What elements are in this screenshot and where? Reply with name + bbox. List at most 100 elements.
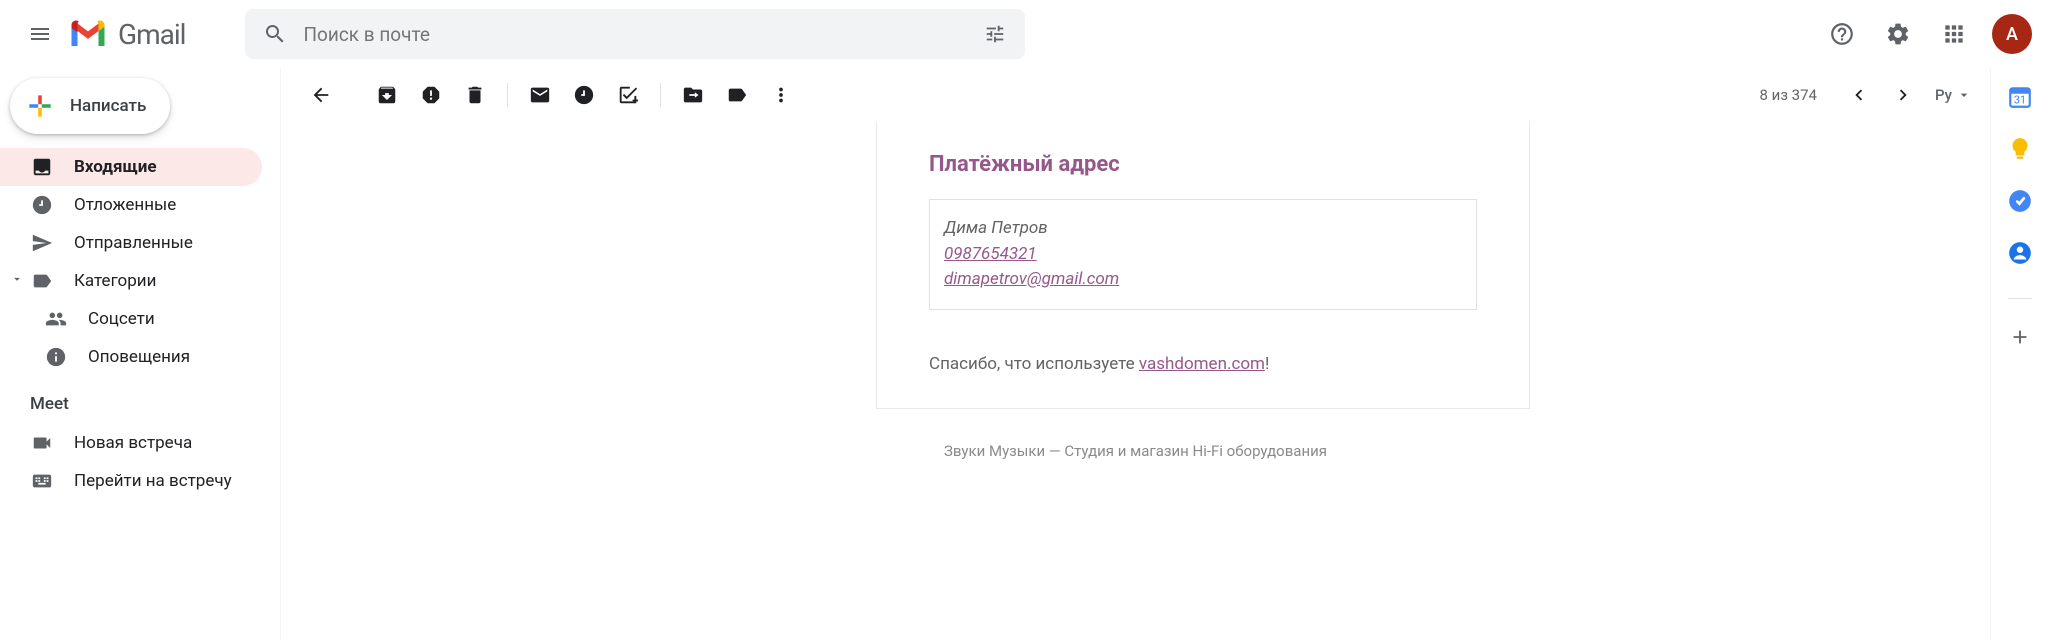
sidebar-item-social[interactable]: Соцсети <box>0 300 262 338</box>
contacts-icon <box>2007 240 2033 266</box>
move-to-button[interactable] <box>671 73 715 117</box>
sidebar-item-label: Оповещения <box>88 347 190 367</box>
gear-icon <box>1885 21 1911 47</box>
apps-button[interactable] <box>1930 10 1978 58</box>
search-options-button[interactable] <box>973 12 1017 56</box>
search-button[interactable] <box>253 12 297 56</box>
plus-icon <box>2009 326 2031 348</box>
header-actions: A <box>1818 10 2032 58</box>
clock-icon <box>30 193 54 217</box>
search-input[interactable] <box>297 23 973 46</box>
archive-button[interactable] <box>365 73 409 117</box>
contacts-addon[interactable] <box>2007 240 2033 266</box>
compose-button[interactable]: Написать <box>10 78 170 134</box>
compose-label: Написать <box>70 96 146 116</box>
app-header: Gmail A <box>0 0 2048 68</box>
sidebar-item-label: Входящие <box>74 157 157 177</box>
sidebar-item-snoozed[interactable]: Отложенные <box>0 186 262 224</box>
report-icon <box>420 84 442 106</box>
clock-icon <box>573 84 595 106</box>
tasks-addon[interactable] <box>2007 188 2033 214</box>
help-icon <box>1829 21 1855 47</box>
calendar-addon[interactable]: 31 <box>2007 84 2033 110</box>
label-icon <box>726 84 748 106</box>
search-bar <box>245 9 1025 59</box>
chevron-left-icon <box>1848 84 1870 106</box>
rail-separator <box>2008 298 2032 299</box>
sidebar-item-label: Отложенные <box>74 195 176 215</box>
side-panel: 31 <box>1990 68 2048 640</box>
settings-button[interactable] <box>1874 10 1922 58</box>
keyboard-icon <box>30 469 54 493</box>
account-avatar[interactable]: A <box>1992 14 2032 54</box>
gmail-m-icon <box>68 19 108 49</box>
sidebar-item-categories[interactable]: Категории <box>0 262 262 300</box>
lang-label: Ру <box>1935 86 1952 104</box>
add-to-tasks-button[interactable] <box>606 73 650 117</box>
thanks-line: Спасибо, что используете vashdomen.com! <box>929 354 1477 374</box>
report-spam-button[interactable] <box>409 73 453 117</box>
mail-icon <box>529 84 551 106</box>
input-language-button[interactable]: Ру <box>1935 86 1972 104</box>
thanks-link[interactable]: vashdomen.com <box>1139 354 1265 374</box>
archive-icon <box>376 84 398 106</box>
delete-icon <box>464 84 486 106</box>
inbox-icon <box>30 155 54 179</box>
more-button[interactable] <box>759 73 803 117</box>
caret-down-icon <box>10 271 26 291</box>
next-message-button[interactable] <box>1881 73 1925 117</box>
sidebar-item-label: Соцсети <box>88 309 155 329</box>
meet-new-meeting[interactable]: Новая встреча <box>0 424 262 462</box>
mark-unread-button[interactable] <box>518 73 562 117</box>
menu-icon <box>28 22 52 46</box>
billing-name: Дима Петров <box>944 216 1462 242</box>
main-menu-button[interactable] <box>16 10 64 58</box>
sidebar-item-updates[interactable]: Оповещения <box>0 338 262 376</box>
sidebar-item-sent[interactable]: Отправленные <box>0 224 262 262</box>
svg-text:31: 31 <box>2013 94 2025 107</box>
support-button[interactable] <box>1818 10 1866 58</box>
get-addons-button[interactable] <box>2009 325 2031 355</box>
chevron-right-icon <box>1892 84 1914 106</box>
snooze-button[interactable] <box>562 73 606 117</box>
prev-message-button[interactable] <box>1837 73 1881 117</box>
people-icon <box>44 307 68 331</box>
task-add-icon <box>617 84 639 106</box>
sidebar: Написать Входящие Отложенные Отправленны… <box>0 68 280 640</box>
thanks-prefix: Спасибо, что используете <box>929 354 1139 374</box>
folder-move-icon <box>682 84 704 106</box>
message-body: Платёжный адрес Дима Петров 0987654321 d… <box>281 122 1990 640</box>
billing-address-title: Платёжный адрес <box>929 152 1477 177</box>
gmail-logo-text: Gmail <box>118 18 185 51</box>
meet-item-label: Новая встреча <box>74 433 192 453</box>
keep-addon[interactable] <box>2007 136 2033 162</box>
sidebar-item-inbox[interactable]: Входящие <box>0 148 262 186</box>
calendar-icon: 31 <box>2007 84 2033 110</box>
more-vert-icon <box>770 84 792 106</box>
gmail-logo[interactable]: Gmail <box>68 18 185 51</box>
drop-icon <box>1956 87 1972 103</box>
billing-phone-link[interactable]: 0987654321 <box>944 244 1037 264</box>
sidebar-item-label: Отправленные <box>74 233 193 253</box>
delete-button[interactable] <box>453 73 497 117</box>
keep-icon <box>2007 136 2033 162</box>
meet-join-meeting[interactable]: Перейти на встречу <box>0 462 262 500</box>
back-button[interactable] <box>299 73 343 117</box>
email-content-card: Платёжный адрес Дима Петров 0987654321 d… <box>876 122 1530 409</box>
main-pane: 8 из 374 Ру Платёжный адрес Дима Петров … <box>280 68 1990 640</box>
arrow-back-icon <box>310 84 332 106</box>
videocam-icon <box>30 431 54 455</box>
billing-address-box: Дима Петров 0987654321 dimapetrov@gmail.… <box>929 199 1477 310</box>
labels-button[interactable] <box>715 73 759 117</box>
thanks-suffix: ! <box>1265 354 1269 374</box>
message-toolbar: 8 из 374 Ру <box>281 68 1990 122</box>
plus-icon <box>24 90 56 122</box>
meet-item-label: Перейти на встречу <box>74 471 232 491</box>
info-icon <box>44 345 68 369</box>
meet-section-header: Meet <box>0 376 280 424</box>
billing-email-link[interactable]: dimapetrov@gmail.com <box>944 269 1119 289</box>
send-icon <box>30 231 54 255</box>
sidebar-item-label: Категории <box>74 271 156 291</box>
apps-icon <box>1941 21 1967 47</box>
email-footer: Звуки Музыки — Студия и магазин Hi-Fi об… <box>281 442 1990 460</box>
